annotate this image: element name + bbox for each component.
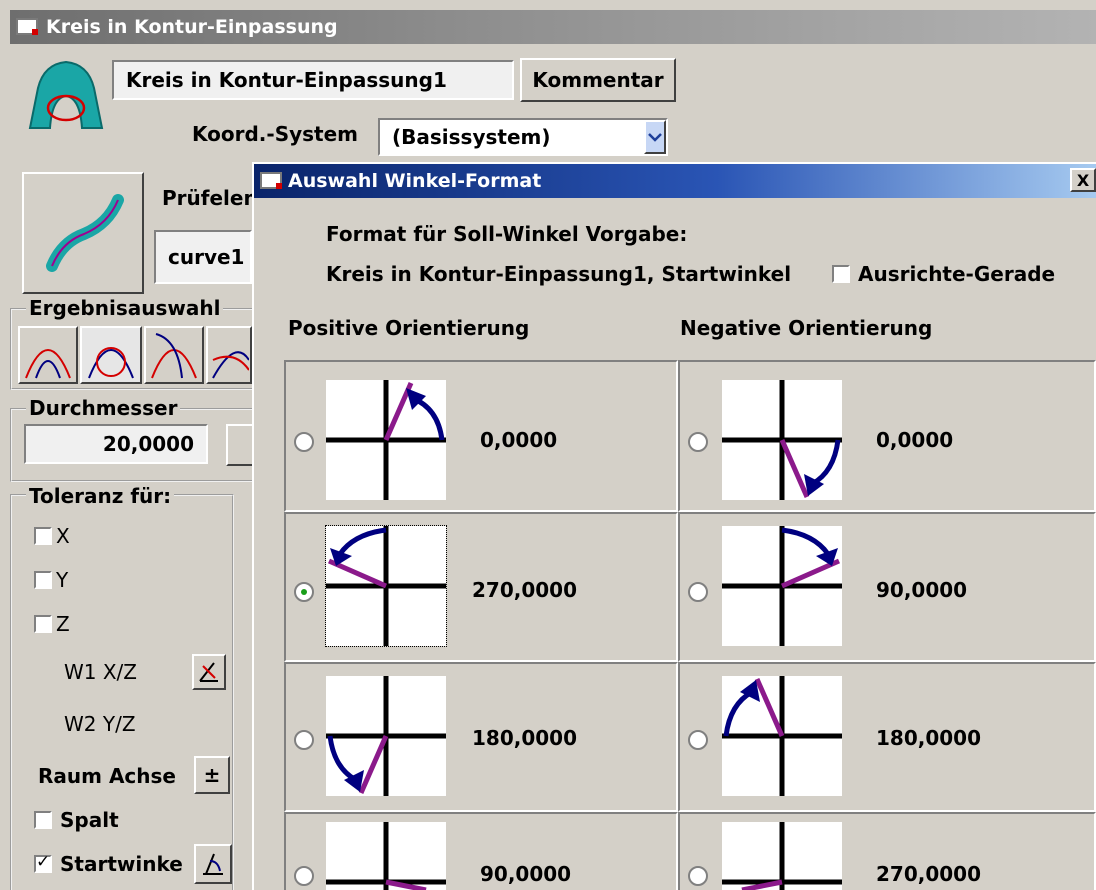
positive-value-180: 180,0000 [472,726,578,750]
angle-diagram-negative-0 [722,380,842,500]
angle-diagram-negative-90 [722,526,842,646]
feature-icon [28,60,104,129]
pruefelement-button[interactable] [22,172,144,294]
tol-x-checkbox[interactable]: X [34,524,70,548]
angle-diagram-positive-180 [326,676,446,796]
angle-diagram-positive-0 [326,380,446,500]
negative-value-90: 90,0000 [876,578,968,602]
durchmesser-field[interactable]: 20,0000 [24,424,208,464]
negative-value-0: 0,0000 [876,428,954,452]
ausrichte-gerade-checkbox[interactable]: Ausrichte-Gerade [832,262,1055,286]
positive-header: Positive Orientierung [288,316,530,340]
tol-y-checkbox[interactable]: Y [34,568,68,592]
dialog-heading: Format für Soll-Winkel Vorgabe: [326,222,688,246]
dialog-subheading: Kreis in Kontur-Einpassung1, Startwinkel [326,262,792,286]
window-titlebar: Kreis in Kontur-Einpassung [10,10,1096,44]
result-option-3[interactable] [144,326,204,384]
chevron-down-icon[interactable] [644,120,666,154]
positive-value-0: 0,0000 [480,428,558,452]
negative-value-270: 270,0000 [876,862,982,886]
tol-z-checkbox[interactable]: Z [34,612,70,636]
startwinkel-checkbox[interactable]: Startwinke [34,852,183,876]
result-option-2[interactable] [80,326,142,384]
ergebnis-label: Ergebnisauswahl [26,296,224,320]
radio-negative-90[interactable] [688,582,708,602]
close-button[interactable]: X [1070,168,1096,192]
startwinkel-angle-icon[interactable] [194,844,232,884]
positive-value-90: 90,0000 [480,862,572,886]
radio-positive-90[interactable] [294,866,314,886]
app-icon [16,18,38,35]
curve-field[interactable]: curve1 [154,230,252,284]
angle-diagram-positive-90 [326,822,446,890]
curve-icon [46,194,124,272]
dialog-titlebar: Auswahl Winkel-Format X [254,164,1096,198]
radio-negative-0[interactable] [688,432,708,452]
radio-positive-180[interactable] [294,730,314,750]
dialog-app-icon [260,172,282,189]
raum-achse-label: Raum Achse [38,764,176,788]
name-field[interactable]: Kreis in Kontur-Einpassung1 [112,60,514,100]
angle-diagram-positive-270 [325,525,447,647]
raum-achse-button[interactable]: ± [194,756,230,794]
comment-button[interactable]: Kommentar [520,58,676,102]
toleranz-label: Toleranz für: [26,484,175,508]
negative-header: Negative Orientierung [680,316,933,340]
dialog-title: Auswahl Winkel-Format [288,170,542,192]
radio-positive-0[interactable] [294,432,314,452]
radio-positive-270[interactable] [294,582,314,602]
radio-negative-180[interactable] [688,730,708,750]
w2-label: W2 Y/Z [64,712,136,736]
coord-system-select[interactable]: (Basissystem) [378,118,668,156]
pruefelement-label: Prüfelem [162,186,265,210]
angle-tool-icon[interactable] [192,654,226,690]
positive-value-270: 270,0000 [472,578,578,602]
spalt-checkbox[interactable]: Spalt [34,808,119,832]
negative-value-180: 180,0000 [876,726,982,750]
coord-system-label: Koord.-System [192,122,359,146]
w1-label: W1 X/Z [64,660,137,684]
result-option-1[interactable] [18,326,78,384]
result-option-4[interactable] [206,326,252,384]
durchmesser-label: Durchmesser [26,396,181,420]
angle-diagram-negative-270 [722,822,842,890]
window-title: Kreis in Kontur-Einpassung [46,16,338,38]
radio-negative-270[interactable] [688,866,708,886]
angle-diagram-negative-180 [722,676,842,796]
